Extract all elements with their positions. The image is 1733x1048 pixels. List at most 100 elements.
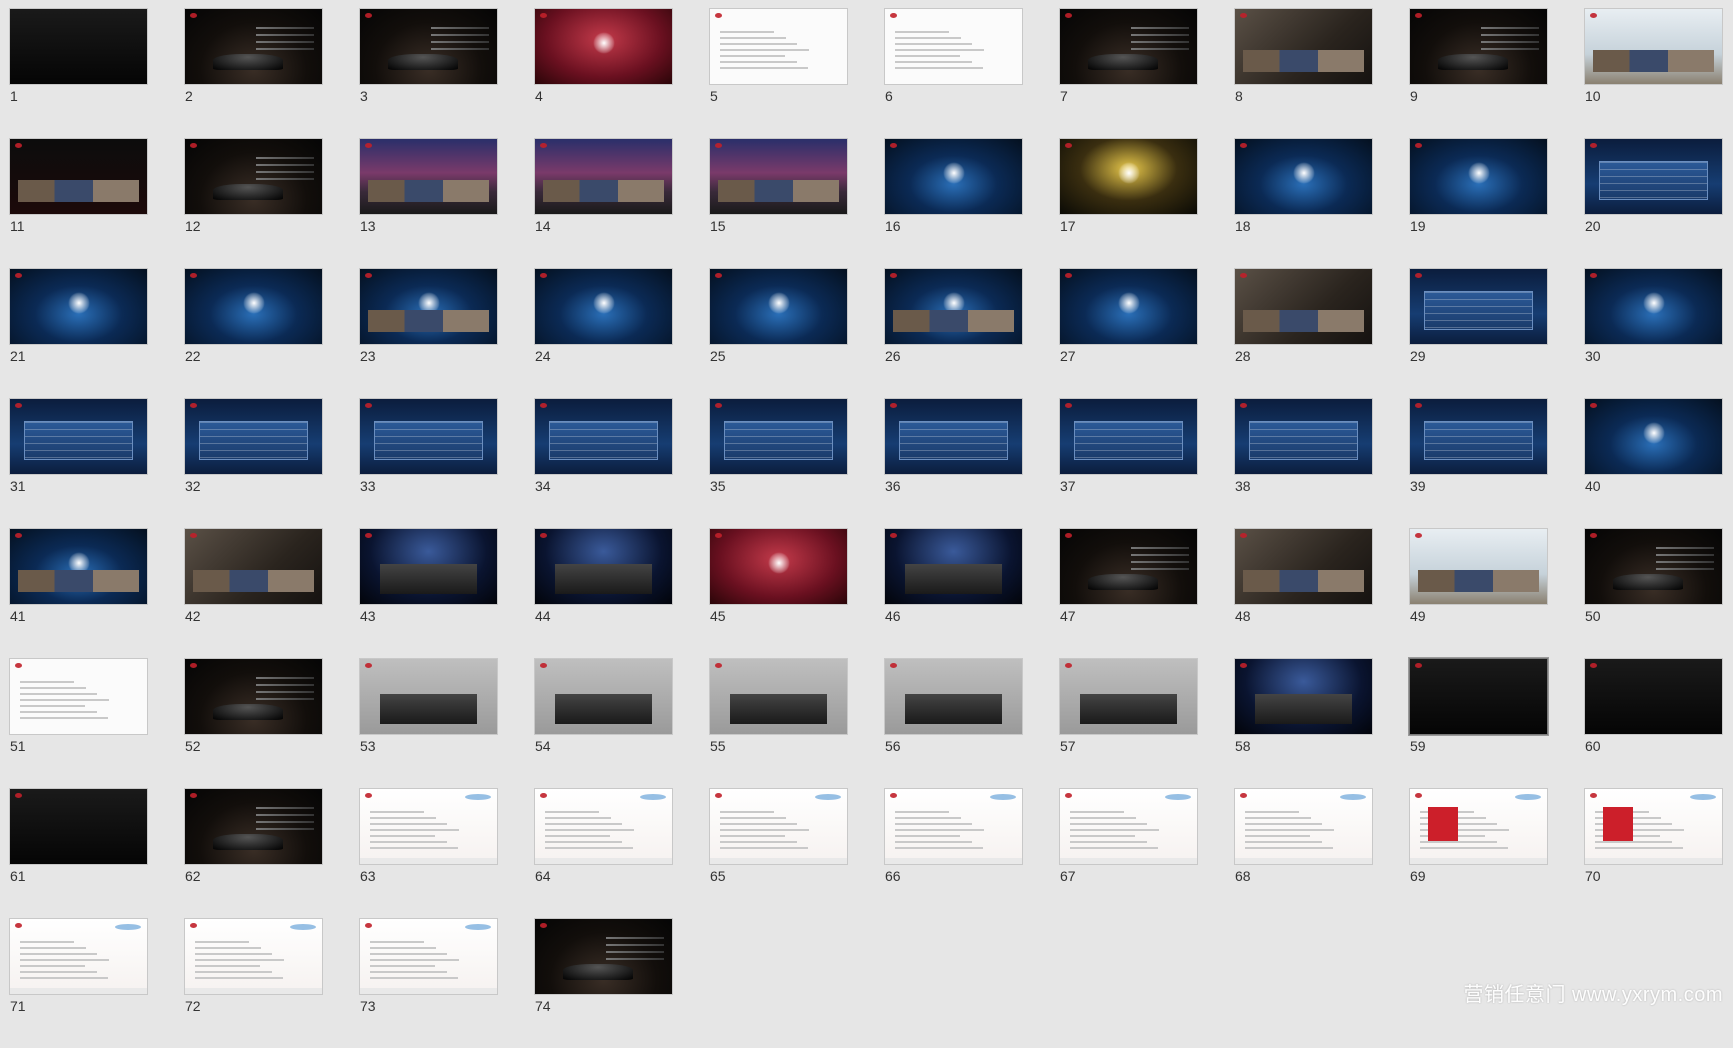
slide-preview[interactable] [1059,398,1198,475]
slide-thumbnail-32[interactable]: 32 [184,398,323,528]
slide-thumbnail-68[interactable]: 68 [1234,788,1373,918]
slide-preview[interactable] [1409,268,1548,345]
slide-preview[interactable] [9,528,148,605]
slide-thumbnail-18[interactable]: 18 [1234,138,1373,268]
slide-thumbnail-55[interactable]: 55 [709,658,848,788]
slide-preview[interactable] [534,528,673,605]
slide-preview[interactable] [884,788,1023,865]
slide-thumbnail-53[interactable]: 53 [359,658,498,788]
slide-thumbnail-72[interactable]: 72 [184,918,323,1048]
slide-preview[interactable] [709,398,848,475]
slide-preview[interactable] [359,528,498,605]
slide-preview[interactable] [359,658,498,735]
slide-preview[interactable] [884,138,1023,215]
slide-preview[interactable] [534,398,673,475]
slide-thumbnail-48[interactable]: 48 [1234,528,1373,658]
slide-preview[interactable] [1234,398,1373,475]
slide-preview[interactable] [9,788,148,865]
slide-thumbnail-57[interactable]: 57 [1059,658,1198,788]
slide-preview[interactable] [534,268,673,345]
slide-preview[interactable] [1059,268,1198,345]
slide-thumbnail-36[interactable]: 36 [884,398,1023,528]
slide-preview[interactable] [1409,658,1548,735]
slide-thumbnail-47[interactable]: 47 [1059,528,1198,658]
slide-preview[interactable] [9,398,148,475]
slide-thumbnail-67[interactable]: 67 [1059,788,1198,918]
slide-thumbnail-19[interactable]: 19 [1409,138,1548,268]
slide-thumbnail-31[interactable]: 31 [9,398,148,528]
slide-thumbnail-58[interactable]: 58 [1234,658,1373,788]
slide-preview[interactable] [1409,528,1548,605]
slide-thumbnail-41[interactable]: 41 [9,528,148,658]
slide-preview[interactable] [1409,398,1548,475]
slide-preview[interactable] [1584,268,1723,345]
slide-preview[interactable] [359,398,498,475]
slide-thumbnail-27[interactable]: 27 [1059,268,1198,398]
slide-preview[interactable] [359,8,498,85]
slide-thumbnail-2[interactable]: 2 [184,8,323,138]
slide-preview[interactable] [184,528,323,605]
slide-preview[interactable] [1059,788,1198,865]
slide-thumbnail-70[interactable]: 70 [1584,788,1723,918]
slide-thumbnail-34[interactable]: 34 [534,398,673,528]
slide-preview[interactable] [534,658,673,735]
slide-thumbnail-50[interactable]: 50 [1584,528,1723,658]
slide-thumbnail-69[interactable]: 69 [1409,788,1548,918]
slide-preview[interactable] [184,138,323,215]
slide-preview[interactable] [709,8,848,85]
slide-thumbnail-23[interactable]: 23 [359,268,498,398]
slide-preview[interactable] [709,138,848,215]
slide-thumbnail-11[interactable]: 11 [9,138,148,268]
slide-preview[interactable] [709,528,848,605]
slide-thumbnail-52[interactable]: 52 [184,658,323,788]
slide-preview[interactable] [1584,528,1723,605]
slide-preview[interactable] [709,658,848,735]
slide-thumbnail-71[interactable]: 71 [9,918,148,1048]
slide-preview[interactable] [884,8,1023,85]
slide-preview[interactable] [709,788,848,865]
slide-thumbnail-56[interactable]: 56 [884,658,1023,788]
slide-thumbnail-45[interactable]: 45 [709,528,848,658]
slide-preview[interactable] [1409,138,1548,215]
slide-thumbnail-38[interactable]: 38 [1234,398,1373,528]
slide-thumbnail-61[interactable]: 61 [9,788,148,918]
slide-thumbnail-13[interactable]: 13 [359,138,498,268]
slide-preview[interactable] [534,918,673,995]
slide-preview[interactable] [884,528,1023,605]
slide-thumbnail-14[interactable]: 14 [534,138,673,268]
slide-preview[interactable] [9,918,148,995]
slide-preview[interactable] [1234,788,1373,865]
slide-thumbnail-3[interactable]: 3 [359,8,498,138]
slide-preview[interactable] [184,918,323,995]
slide-thumbnail-62[interactable]: 62 [184,788,323,918]
slide-preview[interactable] [1584,658,1723,735]
slide-thumbnail-33[interactable]: 33 [359,398,498,528]
slide-thumbnail-1[interactable]: 1 [9,8,148,138]
slide-thumbnail-46[interactable]: 46 [884,528,1023,658]
slide-thumbnail-21[interactable]: 21 [9,268,148,398]
slide-thumbnail-10[interactable]: 10 [1584,8,1723,138]
slide-preview[interactable] [1409,788,1548,865]
slide-thumbnail-20[interactable]: 20 [1584,138,1723,268]
slide-preview[interactable] [1059,658,1198,735]
slide-preview[interactable] [184,788,323,865]
slide-preview[interactable] [1234,8,1373,85]
slide-preview[interactable] [534,8,673,85]
slide-thumbnail-51[interactable]: 51 [9,658,148,788]
slide-preview[interactable] [1234,268,1373,345]
slide-thumbnail-66[interactable]: 66 [884,788,1023,918]
slide-thumbnail-22[interactable]: 22 [184,268,323,398]
slide-thumbnail-24[interactable]: 24 [534,268,673,398]
slide-thumbnail-39[interactable]: 39 [1409,398,1548,528]
slide-thumbnail-60[interactable]: 60 [1584,658,1723,788]
slide-thumbnail-16[interactable]: 16 [884,138,1023,268]
slide-thumbnail-37[interactable]: 37 [1059,398,1198,528]
slide-thumbnail-5[interactable]: 5 [709,8,848,138]
slide-preview[interactable] [1584,788,1723,865]
slide-thumbnail-8[interactable]: 8 [1234,8,1373,138]
slide-thumbnail-17[interactable]: 17 [1059,138,1198,268]
slide-preview[interactable] [884,658,1023,735]
slide-thumbnail-9[interactable]: 9 [1409,8,1548,138]
slide-thumbnail-4[interactable]: 4 [534,8,673,138]
slide-preview[interactable] [1059,138,1198,215]
